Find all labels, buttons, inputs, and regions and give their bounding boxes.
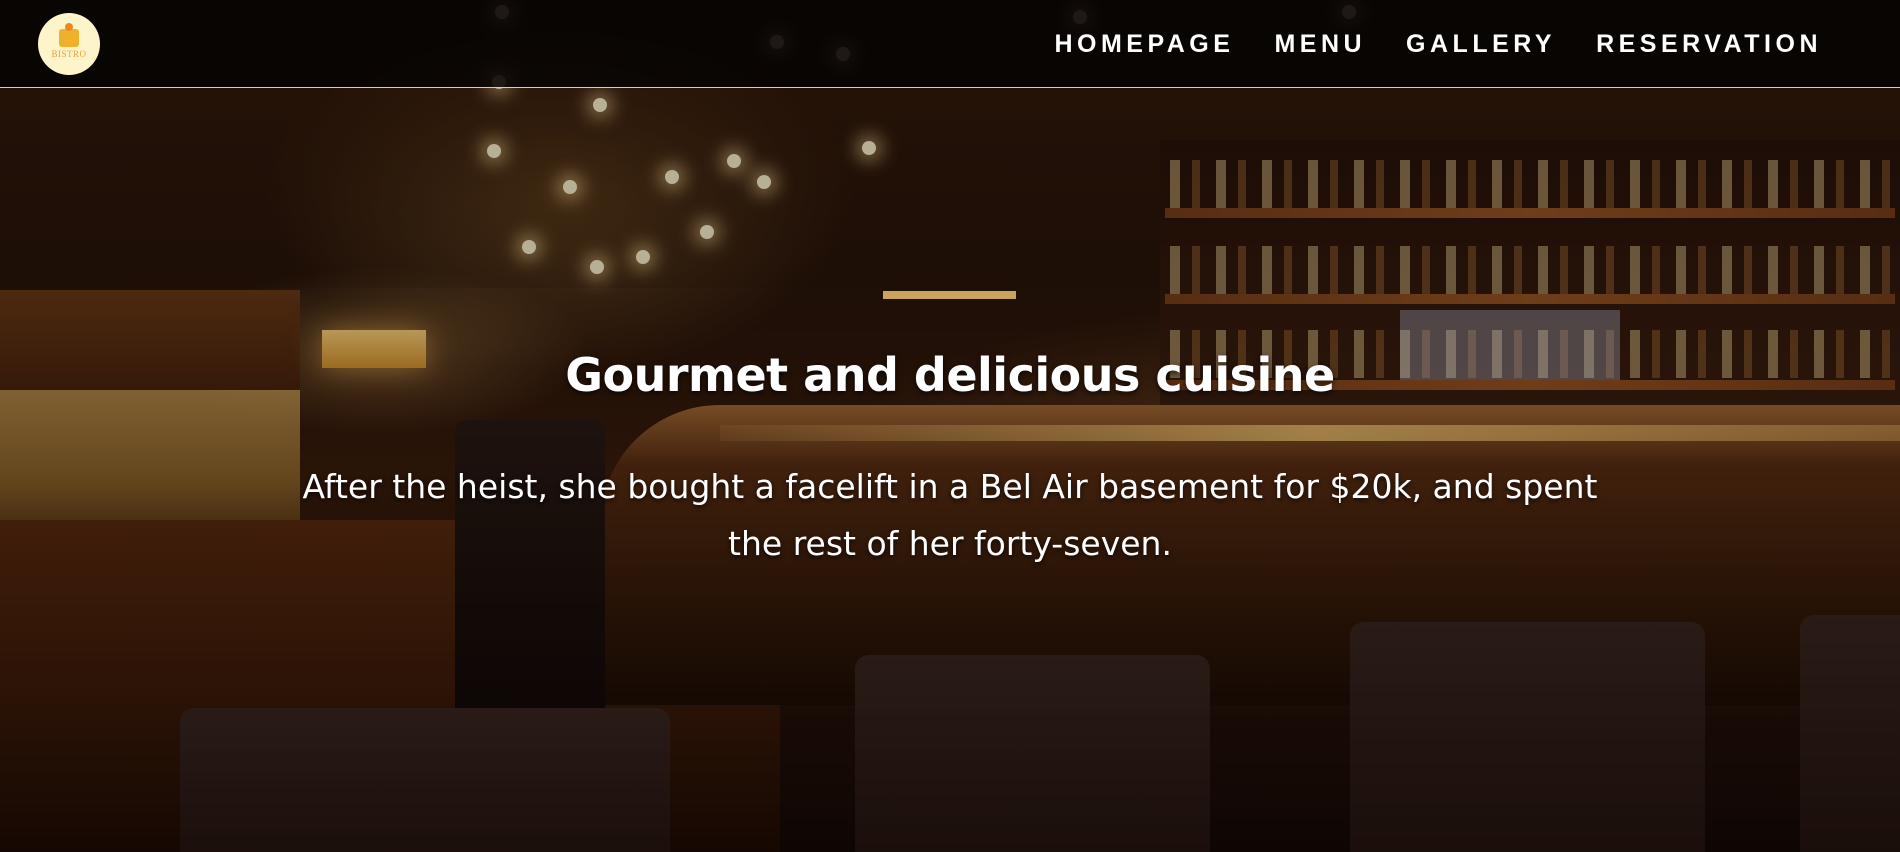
hero-subtitle: After the heist, she bought a facelift i… <box>302 467 1598 563</box>
nav-link-gallery[interactable]: GALLERY <box>1406 30 1556 59</box>
landing-page: BISTRO HOMEPAGE MENU GALLERY RESERVATION… <box>0 0 1900 852</box>
nav-links: HOMEPAGE MENU GALLERY RESERVATION <box>1054 0 1822 88</box>
top-navbar: BISTRO HOMEPAGE MENU GALLERY RESERVATION <box>0 0 1900 88</box>
nav-link-menu[interactable]: MENU <box>1274 30 1366 59</box>
nav-link-reservation[interactable]: RESERVATION <box>1596 30 1822 59</box>
cocktail-icon <box>59 23 79 47</box>
hero-title: Gourmet and delicious cuisine <box>565 348 1335 402</box>
bistro-logo-icon[interactable]: BISTRO <box>38 13 100 75</box>
nav-link-homepage[interactable]: HOMEPAGE <box>1054 30 1234 59</box>
logo-text: BISTRO <box>51 49 87 59</box>
title-accent-bar <box>883 291 1016 299</box>
